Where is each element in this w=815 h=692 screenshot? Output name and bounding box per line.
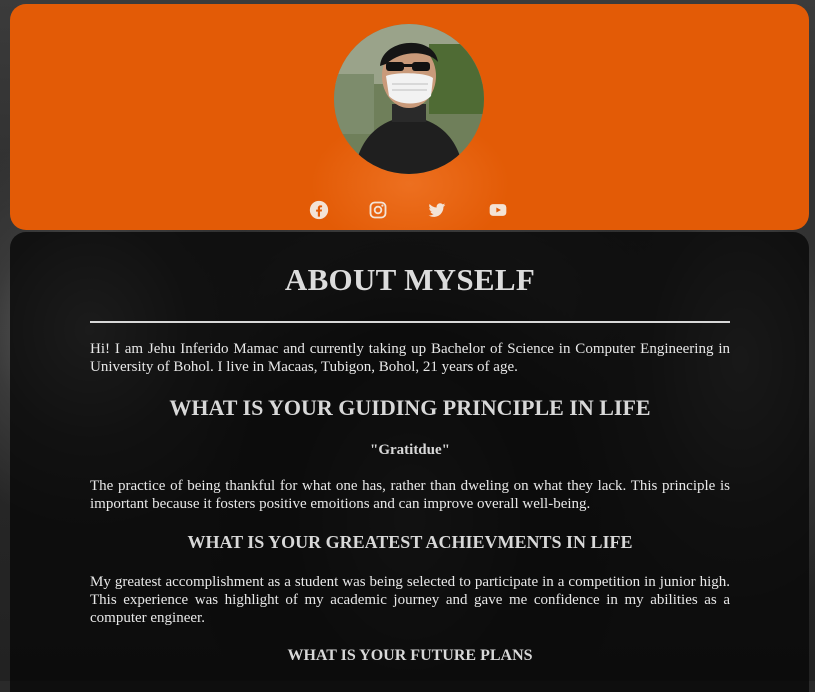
social-links xyxy=(10,200,809,224)
intro-paragraph: Hi! I am Jehu Inferido Mamac and current… xyxy=(90,341,730,375)
title-divider xyxy=(90,321,730,323)
instagram-icon xyxy=(369,201,387,219)
principle-heading: WHAT IS YOUR GUIDING PRINCIPLE IN LIFE xyxy=(169,395,651,420)
avatar xyxy=(334,24,484,174)
achievement-paragraph: My greatest accomplishment as a student … xyxy=(90,574,730,626)
facebook-icon xyxy=(309,200,329,220)
about-title: ABOUT MYSELF xyxy=(284,262,536,297)
facebook-link[interactable] xyxy=(309,200,329,220)
achievement-heading: WHAT IS YOUR GREATEST ACHIEVMENTS IN LIF… xyxy=(187,532,633,552)
twitter-link[interactable] xyxy=(427,200,447,220)
profile-header xyxy=(10,4,809,230)
principle-quote: "Gratitdue" xyxy=(370,442,450,458)
instagram-link[interactable] xyxy=(368,200,388,220)
youtube-link[interactable] xyxy=(488,200,508,220)
principle-paragraph: The practice of being thankful for what … xyxy=(90,478,730,512)
plans-heading: WHAT IS YOUR FUTURE PLANS xyxy=(287,647,533,664)
twitter-icon xyxy=(428,203,446,217)
avatar-photo xyxy=(334,24,484,174)
youtube-icon xyxy=(489,204,507,216)
